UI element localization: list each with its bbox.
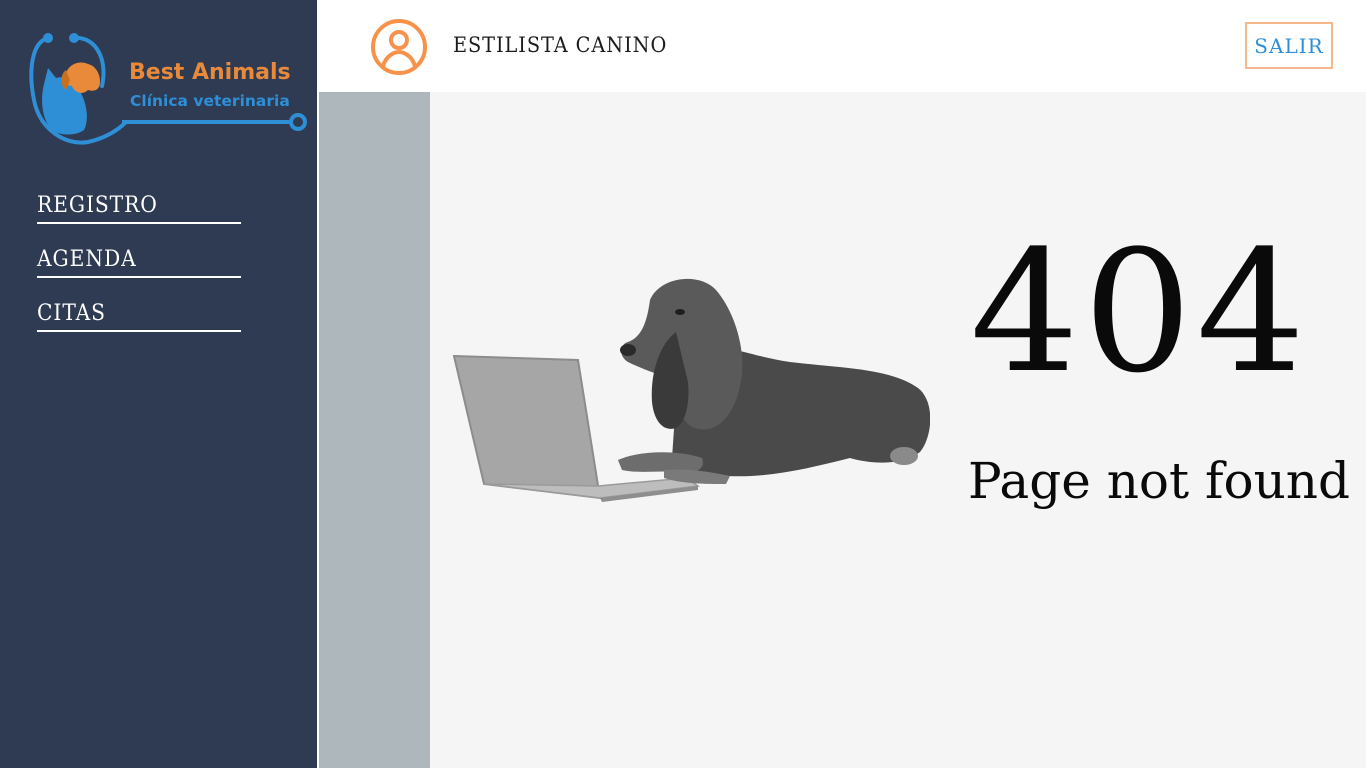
error-content: 404 Page not found [430, 92, 1366, 768]
logo-title: Best Animals [129, 60, 291, 85]
sidebar-item-label: REGISTRO [37, 193, 158, 218]
logout-button-label: SALIR [1254, 33, 1324, 58]
sidebar-item-agenda[interactable]: AGENDA [37, 242, 241, 278]
sidebar-item-registro[interactable]: REGISTRO [37, 188, 241, 224]
error-code: 404 [970, 214, 1310, 410]
top-header: ESTILISTA CANINO SALIR [319, 0, 1366, 92]
user-role-label: ESTILISTA CANINO [453, 33, 668, 57]
sidebar: Best Animals Clínica veterinaria REGISTR… [0, 0, 317, 768]
sidebar-item-label: CITAS [37, 301, 106, 326]
logo-subtitle: Clínica veterinaria [130, 92, 290, 110]
dog-laptop-illustration-icon [452, 278, 930, 502]
stethoscope-tube-icon [122, 113, 307, 131]
error-message: Page not found [968, 452, 1351, 510]
sidebar-item-citas[interactable]: CITAS [37, 296, 241, 332]
logout-button[interactable]: SALIR [1245, 22, 1333, 69]
sidebar-nav: REGISTRO AGENDA CITAS [37, 188, 241, 350]
sidebar-item-label: AGENDA [37, 247, 137, 272]
user-circle-icon[interactable] [370, 18, 428, 76]
content-side-strip [319, 92, 430, 768]
logo[interactable]: Best Animals Clínica veterinaria [26, 30, 311, 152]
